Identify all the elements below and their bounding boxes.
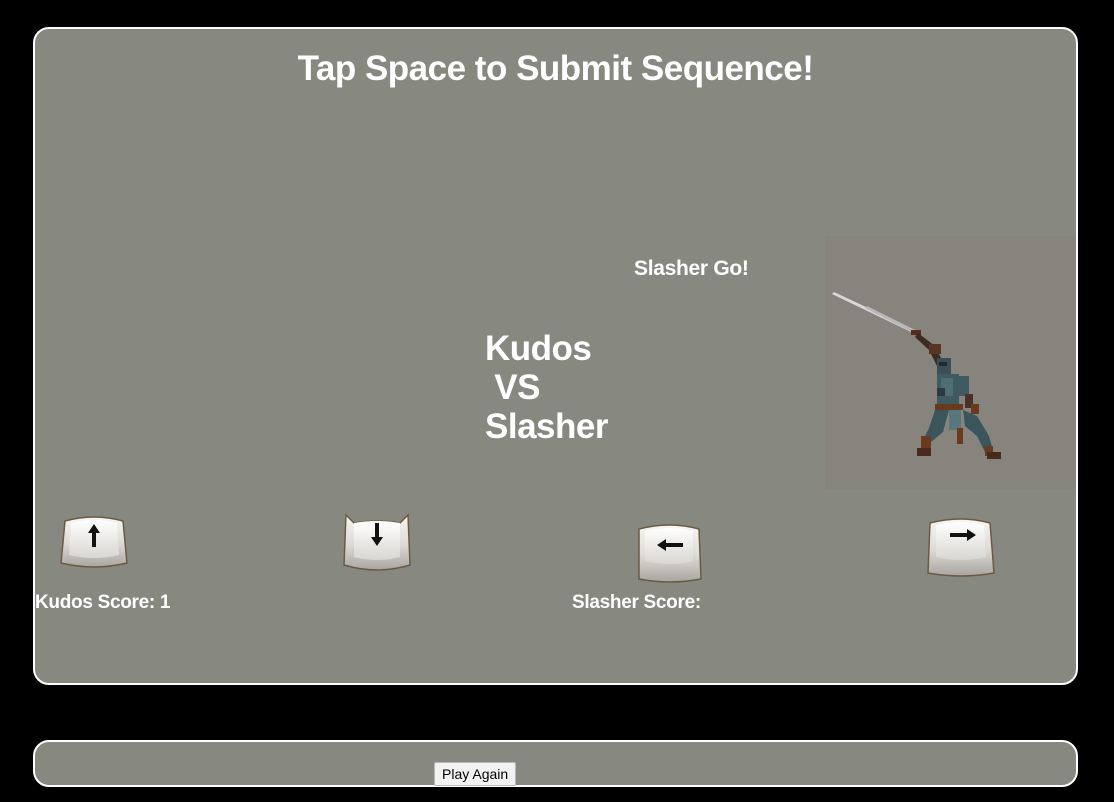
arrow-up-key-icon [60,516,128,568]
arrow-right-key-icon [927,518,995,577]
arrow-down-key [342,513,412,575]
arrow-right-key [926,517,996,579]
player2-score: Slasher Score: [572,592,701,613]
arrow-up-key [59,515,129,577]
turn-message: Slasher Go! [634,257,749,280]
arrow-left-key-icon [638,524,702,583]
play-again-button[interactable]: Play Again [434,762,517,786]
game-stage: Tap Space to Submit Sequence! Slasher Go… [33,27,1078,685]
fighter-sprite [825,236,1076,489]
arrow-down-key-icon [343,513,411,571]
arrow-left-key [635,523,705,585]
player1-score: Kudos Score: 1 [35,592,171,613]
instruction-title: Tap Space to Submit Sequence! [297,49,814,88]
ninja-swordsman-sprite [832,292,1001,459]
versus-banner: Kudos VS Slasher [485,329,608,446]
controls-bar: Play Again [33,740,1078,787]
